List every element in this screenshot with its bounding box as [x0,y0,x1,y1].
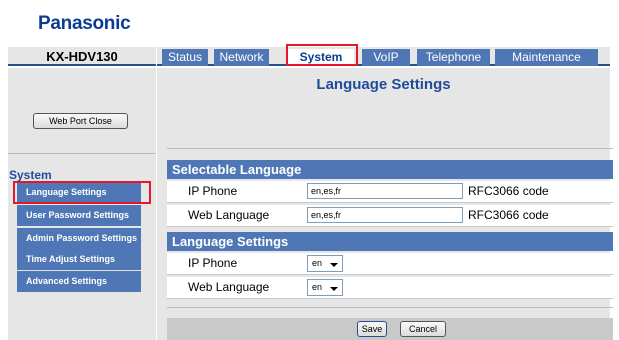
active-tab-highlight [286,44,358,66]
tab-status[interactable]: Status [162,49,208,66]
title-divider [167,148,613,149]
tab-maintenance[interactable]: Maintenance [495,49,598,66]
sidebar-item-admin-password-settings[interactable]: Admin Password Settings [17,228,141,249]
web-language-value: en [312,282,323,292]
page-title: Language Settings [316,76,451,93]
selectable-web-language-label: Web Language [188,208,270,222]
sidebar [8,68,156,340]
selectable-web-language-row: Web Language en,es,fr RFC3066 code [167,205,613,227]
model-header-cell: KX-HDV130 [8,47,156,66]
selected-item-highlight [13,181,151,204]
language-settings-heading: Language Settings [167,232,613,251]
sidebar-item-advanced-settings[interactable]: Advanced Settings [17,271,141,292]
selectable-ip-phone-input[interactable]: en,es,fr [307,183,463,199]
selectable-web-language-input[interactable]: en,es,fr [307,207,463,223]
model-name: KX-HDV130 [46,49,118,64]
cancel-button[interactable]: Cancel [400,321,446,337]
panasonic-logo: Panasonic [38,13,131,34]
footer-divider [167,307,613,308]
footer-bar [167,318,613,340]
selectable-web-language-hint: RFC3066 code [468,208,549,222]
main-tab-bar: Status Network System VoIP Telephone Mai… [157,47,610,66]
tab-network[interactable]: Network [214,49,269,66]
selectable-ip-phone-hint: RFC3066 code [468,184,549,198]
chevron-down-icon [330,287,338,291]
web-port-close-button[interactable]: Web Port Close [33,113,128,129]
web-language-select[interactable]: en [307,279,343,296]
tab-voip[interactable]: VoIP [362,49,410,66]
sidebar-divider [8,153,156,154]
save-button[interactable]: Save [357,321,387,337]
ip-phone-language-value: en [312,258,323,268]
ip-phone-language-select[interactable]: en [307,255,343,272]
tab-telephone[interactable]: Telephone [417,49,490,66]
selectable-ip-phone-label: IP Phone [188,184,238,198]
sidebar-item-user-password-settings[interactable]: User Password Settings [17,205,141,226]
sidebar-item-time-adjust-settings[interactable]: Time Adjust Settings [17,249,141,270]
selectable-language-heading: Selectable Language [167,160,613,179]
language-ip-phone-label: IP Phone [188,256,238,270]
main-panel [157,68,610,340]
chevron-down-icon [330,263,338,267]
selectable-ip-phone-row: IP Phone en,es,fr RFC3066 code [167,181,613,203]
language-ip-phone-row: IP Phone en [167,253,613,275]
sidebar-section-title: System [9,168,52,182]
language-web-language-row: Web Language en [167,277,613,299]
language-web-language-label: Web Language [188,280,270,294]
